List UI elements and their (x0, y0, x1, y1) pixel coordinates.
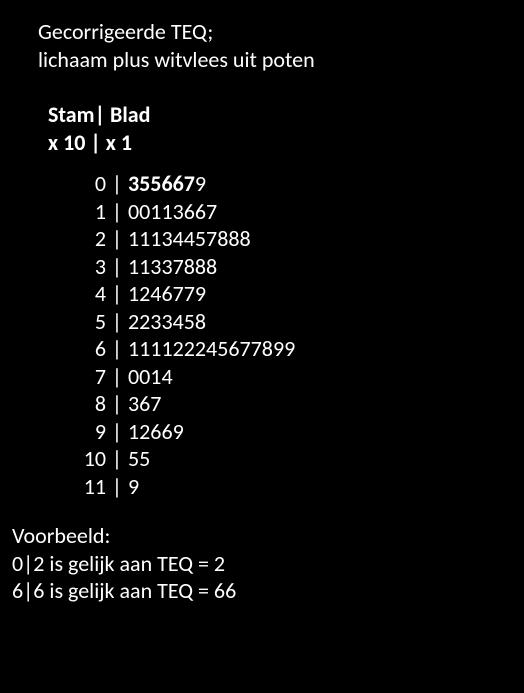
page-root: Gecorrigeerde TEQ; lichaam plus witvlees… (0, 0, 524, 605)
stem-leaf-row: 6 | 111122245677899 (48, 335, 512, 363)
stem-value: 5 (48, 308, 106, 336)
stem-leaf-row: 2 | 11134457888 (48, 225, 512, 253)
stem-value: 11 (48, 473, 106, 501)
stem-leaf-row: 8 | 367 (48, 390, 512, 418)
stem-value: 4 (48, 280, 106, 308)
stem-value: 7 (48, 363, 106, 391)
column-header: Stam| Blad x 10 | x 1 (48, 101, 512, 156)
separator: | (106, 198, 128, 226)
title-line-2: lichaam plus witvlees uit poten (38, 46, 512, 74)
separator: | (106, 335, 128, 363)
separator: | (106, 363, 128, 391)
stem-value: 6 (48, 335, 106, 363)
header-units: x 10 | x 1 (48, 129, 512, 157)
stem-leaf-row: 7 | 0014 (48, 363, 512, 391)
header-stem-leaf: Stam| Blad (48, 101, 512, 129)
leaf-values: 9 (128, 473, 139, 501)
leaf-values: 0014 (128, 363, 173, 391)
leaf-rest-part: 9 (195, 170, 206, 197)
separator: | (106, 253, 128, 281)
stem-value: 8 (48, 390, 106, 418)
stem-value: 2 (48, 225, 106, 253)
example-line-1: 0|2 is gelijk aan TEQ = 2 (12, 550, 512, 578)
stem-leaf-row: 9 | 12669 (48, 418, 512, 446)
leaf-values: 1246779 (128, 280, 206, 308)
separator: | (106, 445, 128, 473)
separator: | (106, 390, 128, 418)
example-line-2: 6|6 is gelijk aan TEQ = 66 (12, 577, 512, 605)
separator: | (106, 473, 128, 501)
stem-value: 10 (48, 445, 106, 473)
separator: | (106, 225, 128, 253)
stem-leaf-plot: 0 | 3556679 1 | 00113667 2 | 11134457888… (48, 170, 512, 500)
chart-title: Gecorrigeerde TEQ; lichaam plus witvlees… (38, 18, 512, 73)
separator: | (106, 308, 128, 336)
leaf-values: 367 (128, 390, 161, 418)
stem-leaf-row: 3 | 11337888 (48, 253, 512, 281)
title-line-1: Gecorrigeerde TEQ; (38, 18, 512, 46)
leaf-values: 11134457888 (128, 225, 251, 253)
leaf-values: 12669 (128, 418, 184, 446)
stem-value: 0 (48, 170, 106, 198)
leaf-values: 00113667 (128, 198, 217, 226)
leaf-values: 55 (128, 445, 150, 473)
stem-leaf-row: 11 | 9 (48, 473, 512, 501)
leaf-values: 11337888 (128, 253, 217, 281)
stem-value: 3 (48, 253, 106, 281)
stem-value: 9 (48, 418, 106, 446)
example-block: Voorbeeld: 0|2 is gelijk aan TEQ = 2 6|6… (12, 522, 512, 605)
separator: | (106, 280, 128, 308)
stem-value: 1 (48, 198, 106, 226)
stem-leaf-row: 5 | 2233458 (48, 308, 512, 336)
stem-leaf-row: 10 | 55 (48, 445, 512, 473)
leaf-bold-part: 355667 (128, 170, 195, 197)
stem-leaf-row: 1 | 00113667 (48, 198, 512, 226)
leaf-values: 2233458 (128, 308, 206, 336)
separator: | (106, 418, 128, 446)
stem-leaf-row: 0 | 3556679 (48, 170, 512, 198)
leaf-values: 111122245677899 (128, 335, 295, 363)
example-heading: Voorbeeld: (12, 522, 512, 550)
separator: | (106, 170, 128, 198)
leaf-values: 3556679 (128, 170, 206, 198)
stem-leaf-row: 4 | 1246779 (48, 280, 512, 308)
